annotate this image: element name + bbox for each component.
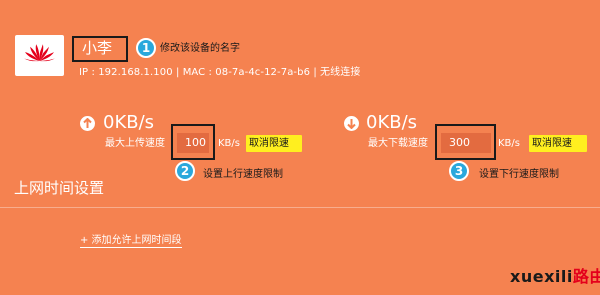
callout-badge-1: 1 xyxy=(136,38,156,58)
download-cancel-limit-button[interactable]: 取消限速 xyxy=(529,135,587,152)
huawei-logo-icon xyxy=(24,44,55,62)
upload-speed: 0KB/s xyxy=(103,112,155,133)
section-divider xyxy=(0,207,600,208)
upload-cancel-limit-button[interactable]: 取消限速 xyxy=(246,135,302,152)
watermark: xuexili路由网 xyxy=(510,265,600,289)
callout-text-1: 修改该设备的名字 xyxy=(160,43,240,54)
watermark-site: xuexili xyxy=(510,267,573,286)
upload-limit-input[interactable] xyxy=(177,133,209,153)
upload-limit-unit: KB/s xyxy=(218,138,240,149)
section-title: 上网时间设置 xyxy=(14,179,105,197)
download-speed: 0KB/s xyxy=(366,112,418,133)
arrow-down-circle-icon xyxy=(344,116,359,131)
device-logo xyxy=(15,35,64,76)
download-limit-label: 最大下载速度 xyxy=(368,138,428,149)
device-info: IP : 192.168.1.100 | MAC : 08-7a-4c-12-7… xyxy=(79,67,361,78)
device-name[interactable]: 小李 xyxy=(82,39,112,58)
download-limit-input[interactable] xyxy=(441,133,491,153)
callout-text-2: 设置上行速度限制 xyxy=(203,169,283,180)
download-limit-unit: KB/s xyxy=(498,138,520,149)
upload-limit-label: 最大上传速度 xyxy=(105,138,165,149)
arrow-up-circle-icon xyxy=(80,116,95,131)
watermark-logo: 路由网 xyxy=(572,267,600,286)
callout-badge-3: 3 xyxy=(449,161,469,181)
callout-badge-2: 2 xyxy=(175,161,195,181)
add-time-slot-link[interactable]: + 添加允许上网时间段 xyxy=(80,234,182,248)
callout-text-3: 设置下行速度限制 xyxy=(479,169,559,180)
